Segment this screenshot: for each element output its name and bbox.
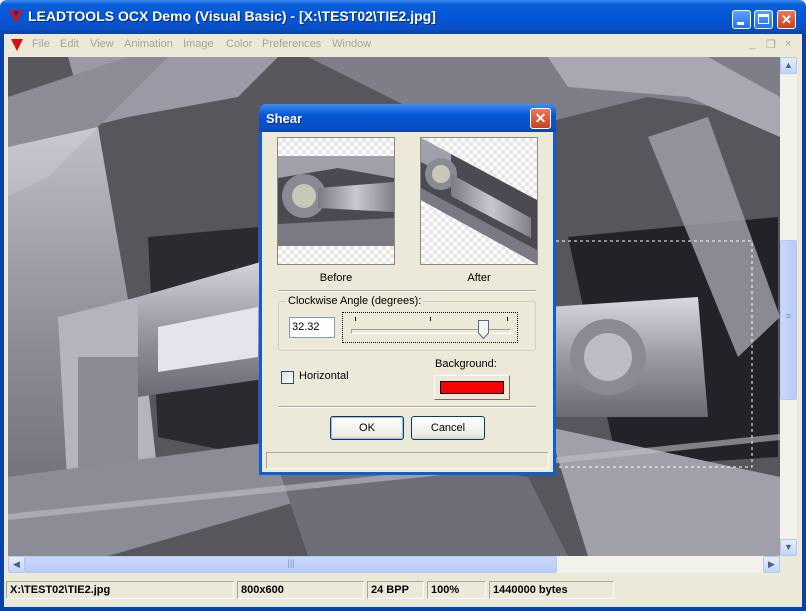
after-preview — [420, 137, 538, 265]
close-icon: ✕ — [534, 110, 547, 126]
window-title: LEADTOOLS OCX Demo (Visual Basic) - [X:\… — [28, 8, 436, 24]
horizontal-scroll-thumb[interactable]: ||| — [25, 556, 557, 573]
horizontal-checkbox[interactable] — [281, 371, 294, 384]
minimize-button[interactable] — [732, 10, 751, 29]
before-thumbnail-image — [278, 156, 394, 246]
dialog-close-button[interactable]: ✕ — [530, 108, 551, 129]
status-bar: X:\TEST02\TIE2.jpg 800x600 24 BPP 100% 1… — [4, 577, 802, 605]
after-thumbnail-image — [421, 138, 537, 264]
horizontal-label[interactable]: Horizontal — [299, 370, 349, 382]
status-dimensions: 800x600 — [237, 581, 364, 599]
menu-view[interactable]: View — [90, 38, 114, 50]
cancel-button[interactable]: Cancel — [411, 416, 485, 440]
slider-tick — [507, 317, 508, 321]
scroll-corner — [780, 556, 797, 573]
before-label: Before — [319, 272, 353, 284]
angle-slider[interactable] — [342, 312, 518, 343]
vertical-grip-icon: ≡ — [785, 311, 792, 321]
status-file-path: X:\TEST02\TIE2.jpg — [6, 581, 234, 599]
background-color-button[interactable] — [434, 375, 510, 400]
mdi-minimize-icon[interactable]: _ — [749, 38, 755, 50]
close-button[interactable]: ✕ — [777, 10, 796, 29]
minimize-icon — [737, 22, 744, 25]
background-color-swatch — [440, 381, 504, 394]
menu-color[interactable]: Color — [226, 38, 252, 50]
window-border-left — [0, 34, 4, 611]
dialog-status-panel — [266, 452, 549, 469]
slider-tick — [430, 317, 431, 321]
angle-group-label: Clockwise Angle (degrees): — [286, 295, 424, 307]
window-border-right — [802, 34, 806, 611]
leadtools-app-icon[interactable] — [9, 10, 23, 23]
document-system-menu-icon[interactable] — [11, 39, 23, 51]
menu-window[interactable]: Window — [332, 38, 371, 50]
scroll-left-button[interactable]: ◀ — [8, 556, 25, 573]
before-preview — [277, 137, 395, 265]
status-bits-per-pixel: 24 BPP — [367, 581, 424, 599]
menu-animation[interactable]: Animation — [124, 38, 173, 50]
window-border-bottom — [0, 607, 806, 611]
menu-preferences[interactable]: Preferences — [262, 38, 321, 50]
mdi-close-icon[interactable]: × — [785, 38, 791, 50]
menu-image[interactable]: Image — [183, 38, 214, 50]
status-file-size: 1440000 bytes — [489, 581, 614, 599]
slider-thumb[interactable] — [478, 320, 489, 339]
maximize-button[interactable] — [754, 10, 773, 29]
dialog-body: Before After Clockwise Angle (degrees): … — [262, 132, 553, 472]
after-label: After — [467, 272, 491, 284]
separator — [278, 290, 536, 292]
slider-tick — [355, 317, 356, 321]
menu-bar: File Edit View Animation Image Color Pre… — [4, 34, 802, 56]
scroll-right-button[interactable]: ▶ — [763, 556, 780, 573]
scroll-up-button[interactable]: ▲ — [780, 57, 797, 74]
close-icon: ✕ — [781, 12, 792, 27]
mdi-restore-icon[interactable]: ❐ — [766, 38, 776, 51]
dialog-title-bar[interactable]: Shear ✕ — [259, 104, 556, 132]
background-label: Background: — [435, 358, 497, 370]
status-zoom: 100% — [427, 581, 486, 599]
scroll-down-button[interactable]: ▼ — [780, 539, 797, 556]
vertical-scroll-thumb[interactable]: ≡ — [780, 240, 797, 400]
menu-file[interactable]: File — [32, 38, 50, 50]
horizontal-grip-icon: ||| — [287, 558, 295, 568]
angle-input[interactable]: 32.32 — [289, 317, 335, 338]
menu-edit[interactable]: Edit — [60, 38, 79, 50]
maximize-icon — [758, 14, 769, 24]
separator — [278, 406, 536, 408]
vertical-scrollbar[interactable]: ▲ ≡ ▼ — [780, 57, 797, 556]
title-bar[interactable]: LEADTOOLS OCX Demo (Visual Basic) - [X:\… — [0, 0, 806, 34]
ok-button[interactable]: OK — [330, 416, 404, 440]
horizontal-scrollbar[interactable]: ◀ ||| ▶ — [8, 556, 780, 573]
dialog-title: Shear — [266, 111, 303, 126]
shear-dialog: Shear ✕ Before After Clockwise Angle (de… — [259, 104, 556, 475]
